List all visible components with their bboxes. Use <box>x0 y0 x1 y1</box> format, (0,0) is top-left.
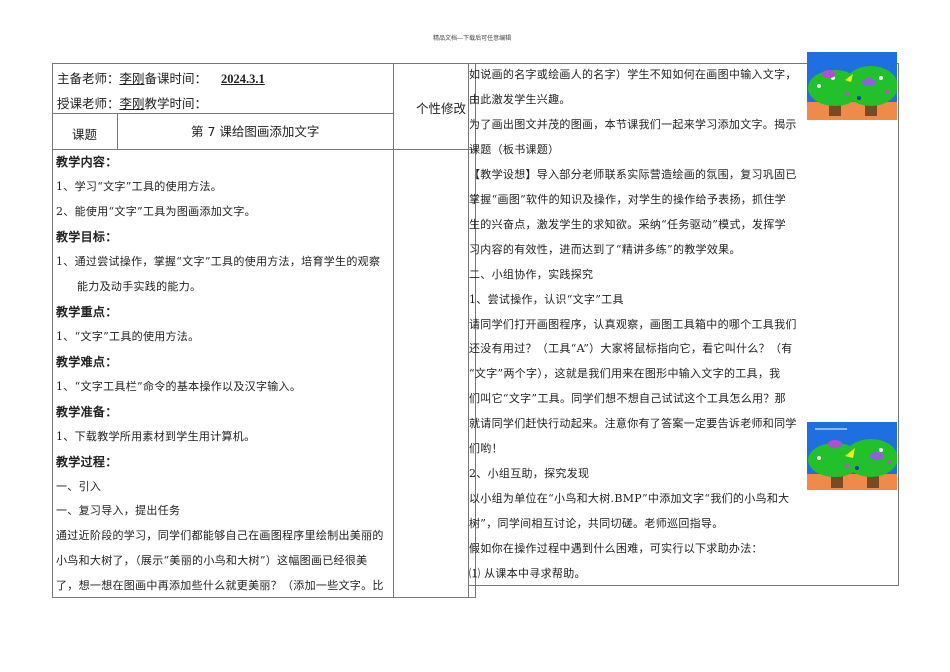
text-line: 树”，同学间相互讨论，共同切磋。老师巡回指导。 <box>469 517 724 531</box>
text-line: 1、“文字”工具的使用方法。 <box>56 330 200 343</box>
birds-and-trees-image <box>807 52 897 120</box>
text-line: 2、小组互助，探究发现 <box>469 467 590 481</box>
text-line: 小鸟和大树了，（展示“美丽的小鸟和大树”）这幅图画已经很美 <box>56 554 368 567</box>
text-line: 如说画的名字或绘画人的名字）学生不知如何在画图中输入文字， <box>469 68 797 81</box>
text-line: 生的兴奋点，激发学生的求知欲。采纳“任务驱动”模式，发挥学 <box>469 217 786 231</box>
text-line: 就请同学们赶快行动起来。注意你有了答案一定要告诉老师和同学 <box>469 417 797 431</box>
section-heading: 教学内容： <box>56 155 118 169</box>
row-divider-topic-bottom <box>52 149 476 150</box>
text-line: 一、引入 <box>56 480 102 493</box>
teacher: 李刚 <box>119 96 145 111</box>
main-teacher-label: 主备老师： <box>57 71 120 86</box>
prep-time-label: 备课时间： <box>144 71 208 86</box>
text-line: 【教学设想】导入部分老师联系实际营造绘画的氛围，复习巩固已 <box>469 167 797 181</box>
topic-divider <box>117 113 118 149</box>
section-heading: 教学重点： <box>56 305 118 319</box>
row-divider-topic-top <box>52 113 394 114</box>
text-line: 们哟！ <box>469 442 503 456</box>
text-line: 1、下载教学所用素材到学生用计算机。 <box>56 430 256 443</box>
column-divider <box>393 63 394 598</box>
text-line: ⑴ 从课本中寻求帮助。 <box>469 567 586 580</box>
section-heading: 教学准备： <box>56 405 118 419</box>
personal-edit-label: 个性修改 <box>416 101 467 116</box>
header-note: 精品文档---下载后可任意编辑 <box>433 35 512 42</box>
section-heading: 教学过程： <box>56 455 118 469</box>
text-line: 1、尝试操作，认识“文字”工具 <box>469 292 624 306</box>
teacher-label: 授课老师： <box>57 96 120 111</box>
section-heading: 教学难点： <box>56 355 118 369</box>
text-line: 们叫它“文字”工具。同学们想不想自己试试这个工具怎么用？那 <box>469 392 786 406</box>
table-border-left <box>52 63 53 598</box>
text-line: 还没有用过？（工具“A”）大家将鼠标指向它，看它叫什么？（有 <box>469 342 793 356</box>
text-line: 通过近阶段的学习，同学们都能够自己在画图程序里绘制出美丽的 <box>56 529 384 542</box>
right-panel-bottom <box>468 585 899 586</box>
text-line: 1、学习“文字”工具的使用方法。 <box>56 180 223 193</box>
text-line: 以小组为单位在“小鸟和大树.BMP”中添加文字“我们的小鸟和大 <box>469 492 790 506</box>
text-line: 1、“文字工具栏”命令的基本操作以及汉字输入。 <box>56 380 302 393</box>
main-teacher-row: 主备老师：李刚备课时间： 2024.3.1 <box>57 68 293 87</box>
text-line: “文字”两个字），这就是我们用来在图形中输入文字的工具，我 <box>469 367 781 381</box>
text-line: 二、小组协作，实践探究 <box>469 267 594 281</box>
right-panel-right <box>898 63 899 586</box>
table-border-bottom <box>52 597 476 598</box>
text-line: 一、复习导入，提出任务 <box>56 504 181 517</box>
text-line: 由此激发学生兴趣。 <box>469 92 571 106</box>
main-teacher: 李刚 <box>119 71 145 86</box>
birds-and-trees-image-with-text <box>807 422 897 490</box>
text-line: 为了画出图文并茂的图画，本节课我们一起来学习添加文字。揭示 <box>469 117 797 131</box>
topic-title: 第 7 课给图画添加文字 <box>191 124 320 139</box>
text-line: 2、能使用“文字”工具为图画添加文字。 <box>56 205 256 218</box>
text-line: 掌握“画图”软件的知识及操作，对学生的操作给予表扬，抓住学 <box>469 192 786 206</box>
text-line: 课题（板书课题） <box>469 142 560 156</box>
text-line: 能力及动手实践的能力。 <box>77 280 202 293</box>
text-line: 请同学们打开画图程序，认真观察，画图工具箱中的哪个工具我们 <box>469 317 797 331</box>
teacher-row: 授课老师：李刚教学时间： <box>57 93 207 112</box>
text-line: 习内容的有效性，进而达到了“精讲多练”的教学效果。 <box>469 242 741 256</box>
teach-time-label: 教学时间： <box>144 96 208 111</box>
prep-time: 2024.3.1 <box>221 72 265 86</box>
text-line: 假如你在操作过程中遇到什么困难，可实行以下求助办法： <box>469 542 763 556</box>
text-line: 1、通过尝试操作，掌握“文字”工具的使用方法，培育学生的观察 <box>56 255 381 268</box>
text-line: 了，想一想在图画中再添加些什么就更美丽？（添加一些文字。比 <box>56 579 384 592</box>
section-heading: 教学目标： <box>56 230 118 244</box>
topic-label: 课题 <box>72 127 98 142</box>
